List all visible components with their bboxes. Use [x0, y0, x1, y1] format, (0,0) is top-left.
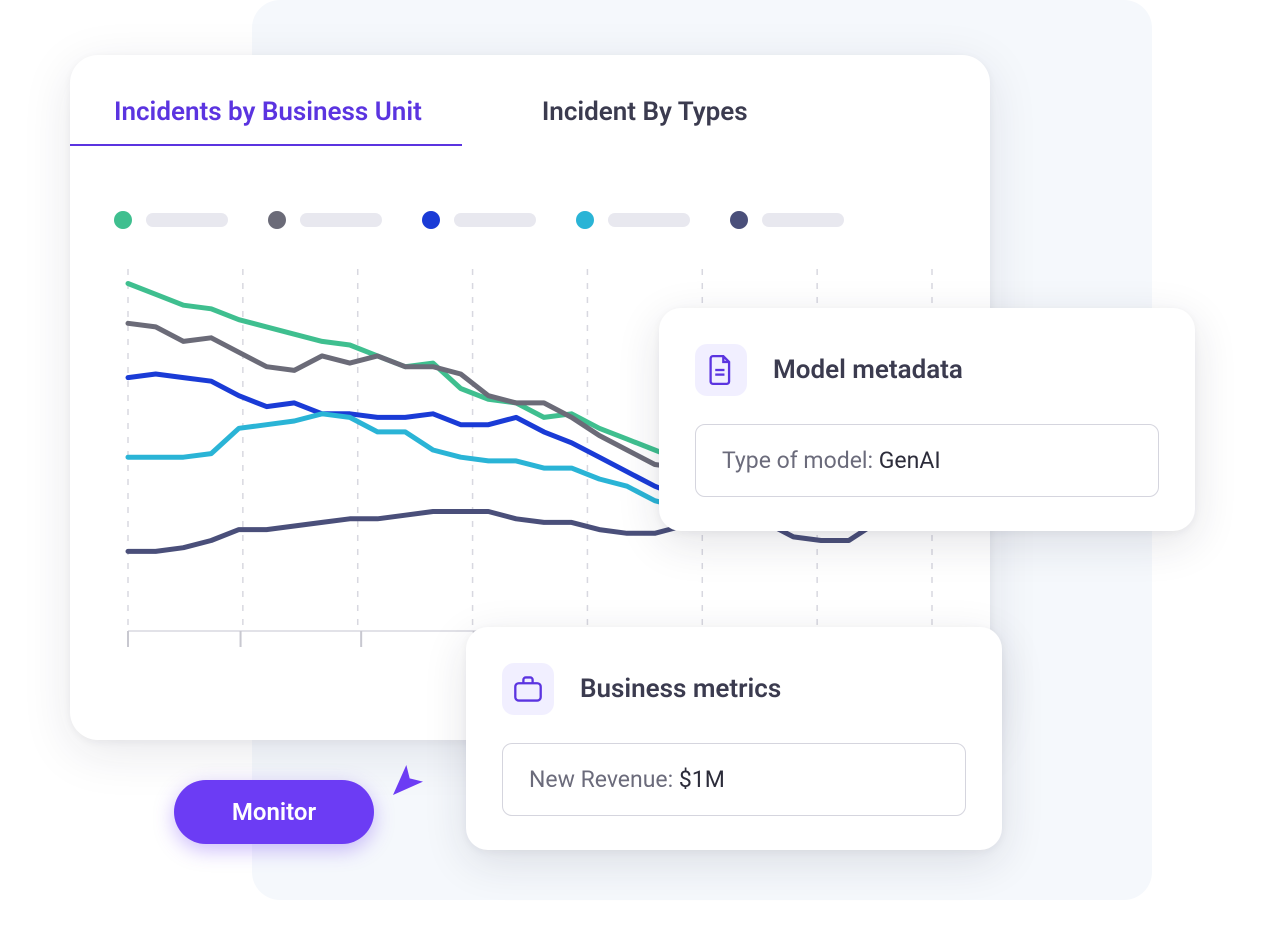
legend-dot-3	[422, 211, 440, 229]
legend-item-3	[422, 211, 536, 229]
model-metadata-card: Model metadata Type of model: GenAI	[659, 308, 1195, 531]
legend-dot-4	[576, 211, 594, 229]
model-type-field[interactable]: Type of model: GenAI	[695, 424, 1159, 497]
new-revenue-value: $1M	[679, 766, 725, 793]
tab-incident-by-types[interactable]: Incident By Types	[542, 97, 748, 145]
legend-item-5	[730, 211, 844, 229]
model-metadata-title: Model metadata	[773, 355, 963, 385]
legend-bar-5	[762, 213, 844, 227]
tab-incidents-by-business-unit[interactable]: Incidents by Business Unit	[114, 97, 422, 145]
legend-bar-2	[300, 213, 382, 227]
legend-dot-1	[114, 211, 132, 229]
legend-item-1	[114, 211, 228, 229]
monitor-button[interactable]: Monitor	[174, 780, 374, 844]
new-revenue-field[interactable]: New Revenue: $1M	[502, 743, 966, 816]
tabs: Incidents by Business Unit Incident By T…	[114, 97, 946, 145]
legend-dot-2	[268, 211, 286, 229]
briefcase-icon	[502, 663, 554, 715]
model-type-label: Type of model:	[722, 447, 879, 474]
legend-item-4	[576, 211, 690, 229]
cursor-icon	[388, 760, 428, 804]
legend-bar-3	[454, 213, 536, 227]
model-type-value: GenAI	[879, 447, 941, 474]
business-metrics-card: Business metrics New Revenue: $1M	[466, 627, 1002, 850]
legend-row	[114, 211, 946, 229]
legend-dot-5	[730, 211, 748, 229]
legend-item-2	[268, 211, 382, 229]
legend-bar-4	[608, 213, 690, 227]
document-icon	[695, 344, 747, 396]
business-metrics-title: Business metrics	[580, 674, 781, 704]
new-revenue-label: New Revenue:	[529, 766, 679, 793]
legend-bar-1	[146, 213, 228, 227]
